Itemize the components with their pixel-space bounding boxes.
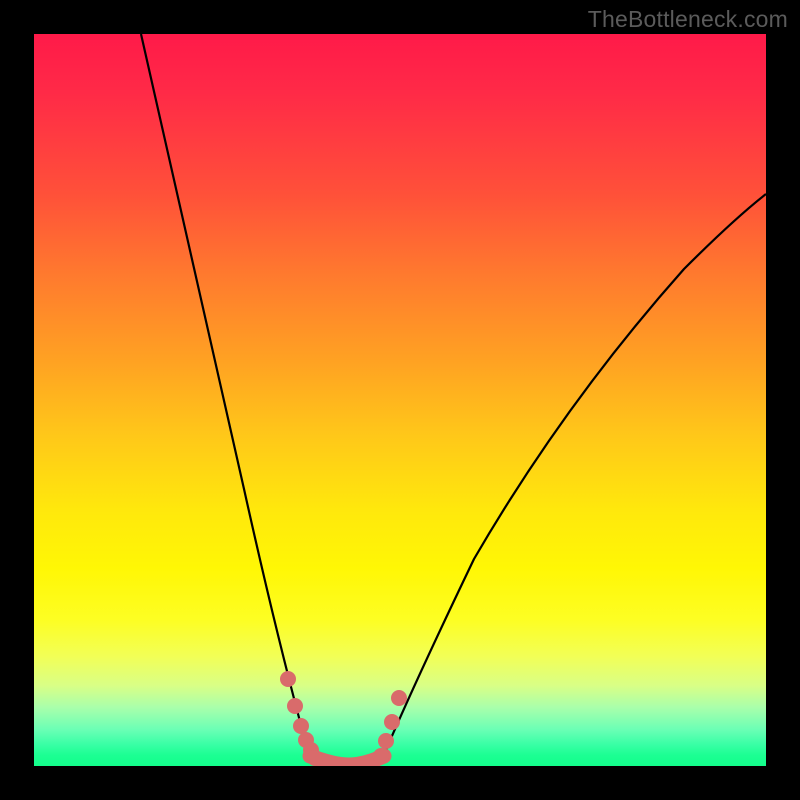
watermark-text: TheBottleneck.com <box>588 6 788 33</box>
chart-svg <box>34 34 766 766</box>
chart-frame: TheBottleneck.com <box>0 0 800 800</box>
bottleneck-curve-left <box>141 34 312 759</box>
beads-left <box>280 671 323 766</box>
plot-area <box>34 34 766 766</box>
bottleneck-curve-right <box>382 194 766 759</box>
